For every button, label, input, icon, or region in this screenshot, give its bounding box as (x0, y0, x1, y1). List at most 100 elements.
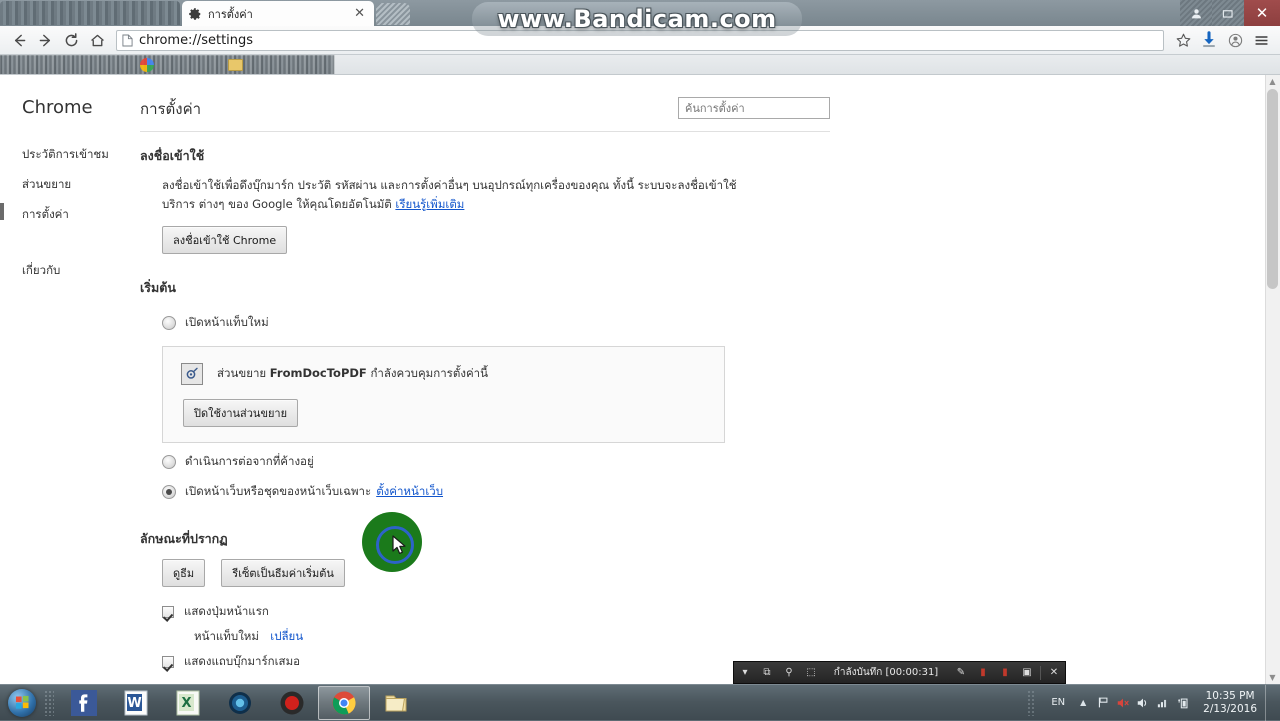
tab-settings[interactable]: การตั้งค่า ✕ (182, 1, 374, 26)
taskbar-item-facebook[interactable] (58, 686, 110, 720)
bandicam-region-icon[interactable]: ⬚ (800, 661, 822, 684)
sidebar-item-settings[interactable]: การตั้งค่า (0, 200, 140, 230)
always-show-bookmarks-row[interactable]: แสดงแถบบุ๊กมาร์กเสมอ (162, 649, 830, 675)
forward-button[interactable] (32, 27, 58, 53)
battery-icon[interactable] (1173, 685, 1193, 721)
bookmark-folder-icon[interactable] (228, 59, 243, 71)
tray-grip[interactable] (1027, 690, 1035, 716)
window-controls: ✕ (1180, 0, 1280, 26)
action-center-flag-icon[interactable] (1093, 685, 1113, 721)
windows-taskbar: W X (0, 684, 1280, 720)
checkbox-always-show-bookmarks-bar[interactable] (162, 656, 174, 668)
reset-default-theme-button[interactable]: รีเซ็ตเป็นธีมค่าเริ่มต้น (221, 559, 345, 587)
scroll-down-arrow[interactable]: ▼ (1268, 673, 1277, 682)
signin-button-row: ลงชื่อเข้าใช้ Chrome (162, 226, 830, 254)
page-scrollbar-thumb[interactable] (1267, 89, 1278, 289)
signin-learn-more-link[interactable]: เรียนรู้เพิ่มเติม (395, 197, 464, 211)
checkbox-show-home-button[interactable] (162, 606, 174, 618)
bandicam-window-mode-icon[interactable]: ⧉ (756, 661, 778, 684)
sidebar-item-history[interactable]: ประวัติการเข้าชม (0, 140, 140, 170)
tab-close-icon[interactable]: ✕ (351, 7, 368, 20)
start-button[interactable] (0, 686, 44, 720)
startup-option-new-tab-label: เปิดหน้าแท็บใหม่ (185, 314, 269, 332)
radio-continue-where-left-off[interactable] (162, 455, 176, 469)
person-badge-icon (1227, 32, 1244, 49)
minimize-button[interactable] (1180, 0, 1212, 26)
sidebar-item-about[interactable]: เกี่ยวกับ (0, 256, 140, 286)
bookmarks-bar[interactable] (0, 55, 1280, 75)
taskbar-item-chrome[interactable] (318, 686, 370, 720)
show-home-button-row[interactable]: แสดงปุ่มหน้าแรก (162, 599, 830, 625)
search-settings-input[interactable] (678, 97, 830, 119)
page-icon (122, 34, 133, 47)
close-window-button[interactable]: ✕ (1244, 0, 1280, 26)
show-desktop-button[interactable] (1265, 685, 1274, 721)
chrome-icon (330, 689, 358, 717)
download-icon[interactable] (1196, 27, 1222, 53)
extension-notice-prefix: ส่วนขยาย (217, 366, 270, 380)
svg-text:X: X (181, 696, 191, 711)
taskbar-grip[interactable] (44, 690, 54, 716)
bandicam-screenshot-icon[interactable]: ▣ (1016, 661, 1038, 684)
chrome-menu-button[interactable] (1248, 27, 1274, 53)
word-icon: W (122, 689, 150, 717)
disable-extension-button[interactable]: ปิดใช้งานส่วนขยาย (183, 399, 298, 427)
get-themes-button[interactable]: ดูธีม (162, 559, 205, 587)
maximize-button[interactable] (1212, 0, 1244, 26)
page-scrollbar[interactable]: ▲ ▼ (1265, 75, 1280, 684)
download-arrow-icon (1200, 31, 1218, 49)
startup-option-specific-pages[interactable]: เปิดหน้าเว็บหรือชุดของหน้าเว็บเฉพาะ ตั้ง… (162, 477, 830, 507)
taskbar-item-bandicam[interactable] (266, 686, 318, 720)
appearance-section-heading: ลักษณะที่ปรากฏ (140, 529, 830, 549)
excel-icon: X (174, 689, 202, 717)
bookmark-star-icon[interactable] (1170, 27, 1196, 53)
sidebar-item-extensions[interactable]: ส่วนขยาย (0, 170, 140, 200)
extension-notice-line: ส่วนขยาย FromDocToPDF กำลังควบคุมการตั้ง… (181, 363, 706, 385)
bandicam-icon (278, 689, 306, 717)
extension-glyph-icon (184, 366, 200, 382)
change-home-page-link[interactable]: เปลี่ยน (270, 629, 303, 643)
reload-button[interactable] (58, 27, 84, 53)
bandicam-stop-icon[interactable]: ▮ (994, 661, 1016, 684)
chrome-brand-label: Chrome (0, 97, 140, 118)
signin-description-line2: ต่างๆ ของ Google ให้คุณโดยอัตโนมัติ (199, 197, 396, 211)
settings-header: การตั้งค่า (140, 97, 830, 121)
startup-option-continue[interactable]: ดำเนินการต่อจากที่ค้างอยู่ (162, 447, 830, 477)
taskbar-item-folder[interactable] (370, 686, 422, 720)
extension-control-notice: ส่วนขยาย FromDocToPDF กำลังควบคุมการตั้ง… (162, 346, 725, 443)
taskbar-item-word[interactable]: W (110, 686, 162, 720)
battery-plug-icon (1177, 696, 1190, 710)
extension-notice-text: ส่วนขยาย FromDocToPDF กำลังควบคุมการตั้ง… (217, 365, 488, 383)
google-bookmark-icon[interactable] (140, 58, 154, 72)
bandicam-separator (1040, 666, 1041, 680)
bandicam-close-icon[interactable]: ✕ (1043, 661, 1065, 684)
sidebar-spacer (0, 230, 140, 256)
startup-option-new-tab[interactable]: เปิดหน้าแท็บใหม่ (162, 308, 830, 338)
clock[interactable]: 10:35 PM 2/13/2016 (1193, 690, 1265, 716)
bandicam-control-bar: ▾ ⧉ ⚲ ⬚ กำลังบันทึก [00:00:31] ✎ ▮ ▮ ▣ ✕ (733, 661, 1066, 684)
network-signal-icon[interactable] (1153, 685, 1173, 721)
radio-new-tab[interactable] (162, 316, 176, 330)
signin-chrome-button[interactable]: ลงชื่อเข้าใช้ Chrome (162, 226, 287, 254)
set-pages-link[interactable]: ตั้งค่าหน้าเว็บ (376, 483, 443, 501)
scroll-up-arrow[interactable]: ▲ (1268, 77, 1277, 86)
volume-muted-icon[interactable] (1113, 685, 1133, 721)
bandicam-status-label: กำลังบันทึก [00:00:31] (822, 665, 950, 680)
bandicam-record-icon[interactable]: ▮ (972, 661, 994, 684)
radio-specific-pages[interactable] (162, 485, 176, 499)
address-bar[interactable]: chrome://settings (116, 30, 1164, 51)
back-button[interactable] (6, 27, 32, 53)
home-button[interactable] (84, 27, 110, 53)
language-indicator[interactable]: EN (1043, 697, 1073, 708)
settings-main: การตั้งค่า ลงชื่อเข้าใช้ ลงชื่อเข้าใช้เพ… (140, 75, 1265, 684)
extension-button-row: ปิดใช้งานส่วนขยาย (183, 399, 706, 427)
profile-icon[interactable] (1222, 27, 1248, 53)
taskbar-item-excel[interactable]: X (162, 686, 214, 720)
bandicam-dropdown-icon[interactable]: ▾ (734, 661, 756, 684)
show-hidden-icons-button[interactable]: ▲ (1073, 685, 1093, 721)
signal-bars-icon (1156, 697, 1170, 709)
volume-icon[interactable] (1133, 685, 1153, 721)
bandicam-pencil-icon[interactable]: ✎ (950, 661, 972, 684)
bandicam-zoom-icon[interactable]: ⚲ (778, 661, 800, 684)
taskbar-item-utility[interactable] (214, 686, 266, 720)
